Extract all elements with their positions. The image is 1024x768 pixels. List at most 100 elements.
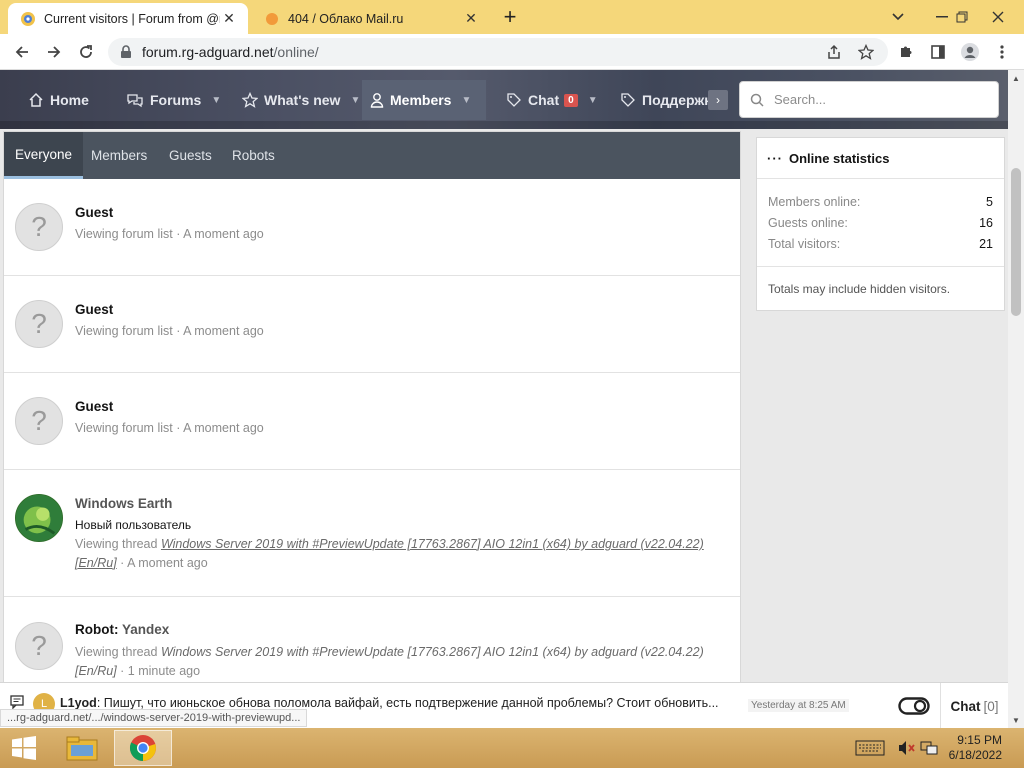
visitors-list-block: Everyone Members Guests Robots ? Guest V… <box>3 131 741 728</box>
nav-members[interactable]: Members ▼ <box>362 80 486 120</box>
chevron-down-icon[interactable]: ▼ <box>461 95 471 106</box>
scrollbar-thumb[interactable] <box>1011 168 1021 316</box>
visitor-activity: Viewing forum list · A moment ago <box>75 324 264 338</box>
restore-button[interactable] <box>944 0 980 34</box>
tab-members[interactable]: Members <box>80 132 158 179</box>
browser-toolbar: forum.rg-adguard.net/online/ <box>0 34 1024 70</box>
close-window-button[interactable] <box>980 0 1016 34</box>
browser-tab-current-visitors[interactable]: Current visitors | Forum from @rg ✕ <box>8 3 248 34</box>
robot-avatar: ? <box>15 622 63 670</box>
chat-timestamp: Yesterday at 8:25 AM <box>748 699 849 712</box>
nav-scroll-right-icon[interactable]: › <box>708 90 728 110</box>
chevron-down-icon[interactable]: ▼ <box>588 95 598 106</box>
side-panel-icon[interactable] <box>924 38 952 66</box>
online-statistics-block: ··· Online statistics Members online: 5 G… <box>756 137 1005 311</box>
profile-avatar-icon[interactable] <box>956 38 984 66</box>
chat-toggle-icon[interactable] <box>898 697 930 715</box>
forward-arrow-icon[interactable] <box>40 38 68 66</box>
chat-unread-count: [0] <box>983 698 999 714</box>
tag-icon <box>620 92 636 108</box>
visitor-activity: Viewing thread Windows Server 2019 with … <box>75 643 725 681</box>
chevron-down-icon[interactable]: ▼ <box>211 95 221 106</box>
stat-value: 16 <box>979 216 993 230</box>
robot-prefix: Robot: <box>75 622 122 637</box>
clock-time: 9:15 PM <box>957 733 1002 747</box>
page-viewport: Home Forums ▼ What's new ▼ Members ▼ Cha… <box>0 70 1008 728</box>
chrome-taskbar-button[interactable] <box>114 730 172 766</box>
tab-search-chevron-icon[interactable] <box>880 0 916 34</box>
activity-time: · A moment ago <box>116 556 208 570</box>
search-input[interactable]: Search... <box>739 81 999 118</box>
address-bar[interactable]: forum.rg-adguard.net/online/ <box>108 38 888 66</box>
browser-tab-strip: Current visitors | Forum from @rg ✕ 404 … <box>0 0 1024 34</box>
extensions-puzzle-icon[interactable] <box>892 38 920 66</box>
system-clock[interactable]: 9:15 PM 6/18/2022 <box>940 733 1002 763</box>
user-icon <box>370 92 384 108</box>
chat-label: Chat <box>950 698 981 714</box>
stat-label: Total visitors: <box>768 237 841 251</box>
scroll-up-arrow-icon[interactable]: ▲ <box>1008 70 1024 86</box>
network-icon[interactable] <box>920 740 938 761</box>
browser-menu-kebab-icon[interactable] <box>988 38 1016 66</box>
close-tab-icon[interactable]: ✕ <box>220 10 238 28</box>
visitor-name: Guest <box>75 302 114 317</box>
keyboard-icon[interactable] <box>855 740 885 761</box>
nav-home[interactable]: Home <box>20 80 97 120</box>
search-placeholder: Search... <box>774 92 827 107</box>
nav-forums[interactable]: Forums ▼ <box>118 80 229 120</box>
stat-label: Members online: <box>768 195 861 209</box>
chat-count-badge: 0 <box>564 93 578 107</box>
bookmark-star-icon[interactable] <box>852 38 880 66</box>
tab-robots[interactable]: Robots <box>221 132 286 179</box>
user-title: Новый пользователь <box>75 518 192 532</box>
tab-everyone[interactable]: Everyone <box>4 132 84 179</box>
activity-prefix: Viewing thread <box>75 537 161 551</box>
reload-icon[interactable] <box>72 38 100 66</box>
stat-value: 5 <box>986 195 993 209</box>
star-icon <box>242 92 258 108</box>
start-button[interactable] <box>4 730 44 766</box>
activity-prefix: Viewing thread <box>75 645 161 659</box>
visitor-activity: Viewing forum list · A moment ago <box>75 227 264 241</box>
file-explorer-icon[interactable] <box>56 730 108 766</box>
online-statistics-title: Online statistics <box>789 150 890 166</box>
nav-support[interactable]: Поддержка <box>612 80 710 120</box>
nav-whats-new[interactable]: What's new ▼ <box>234 80 368 120</box>
scroll-down-arrow-icon[interactable]: ▼ <box>1008 712 1024 728</box>
browser-tab-mail-404[interactable]: 404 / Облако Mail.ru ✕ <box>252 3 490 34</box>
chat-open-button[interactable]: Chat [0] <box>940 683 1008 728</box>
share-icon[interactable] <box>820 38 848 66</box>
windows-taskbar: 9:15 PM 6/18/2022 <box>0 728 1024 768</box>
volume-muted-icon[interactable] <box>898 740 916 761</box>
visitor-name: Guest <box>75 399 114 414</box>
mail-cloud-favicon-icon <box>264 11 280 27</box>
new-tab-button[interactable]: + <box>498 4 522 29</box>
activity-time: · 1 minute ago <box>116 664 201 678</box>
statistics-note: Totals may include hidden visitors. <box>768 282 951 296</box>
nav-chat[interactable]: Chat 0 ▼ <box>498 80 606 120</box>
tag-icon <box>506 92 522 108</box>
chat-latest-message[interactable]: L1yod: Пишут, что июньское обнова поломо… <box>60 696 744 710</box>
visitor-name-link[interactable]: Windows Earth <box>75 496 172 511</box>
visitor-activity: Viewing thread Windows Server 2019 with … <box>75 535 725 573</box>
nav-members-label: Members <box>390 92 452 108</box>
chat-message-text: Пишут, что июньское обнова поломола вайф… <box>103 696 719 710</box>
nav-whats-new-label: What's new <box>264 92 341 108</box>
guest-avatar: ? <box>15 203 63 251</box>
browser-tab-title: Current visitors | Forum from @rg <box>44 11 220 26</box>
page-scrollbar[interactable]: ▲ ▼ <box>1008 70 1024 728</box>
comments-icon <box>126 92 144 108</box>
tab-guests[interactable]: Guests <box>158 132 223 179</box>
url-host: forum.rg-adguard.net <box>142 44 274 60</box>
visitor-row: ? Guest Viewing forum list · A moment ag… <box>4 179 740 276</box>
forum-navbar: Home Forums ▼ What's new ▼ Members ▼ Cha… <box>0 70 1008 129</box>
back-arrow-icon[interactable] <box>8 38 36 66</box>
stat-value: 21 <box>979 237 993 251</box>
member-avatar[interactable] <box>15 494 63 542</box>
close-tab-icon[interactable]: ✕ <box>462 10 480 28</box>
forum-favicon-icon <box>20 11 36 27</box>
nav-forums-label: Forums <box>150 92 202 108</box>
chat-author: L1yod <box>60 696 97 710</box>
chevron-down-icon[interactable]: ▼ <box>350 95 360 106</box>
guest-avatar: ? <box>15 300 63 348</box>
